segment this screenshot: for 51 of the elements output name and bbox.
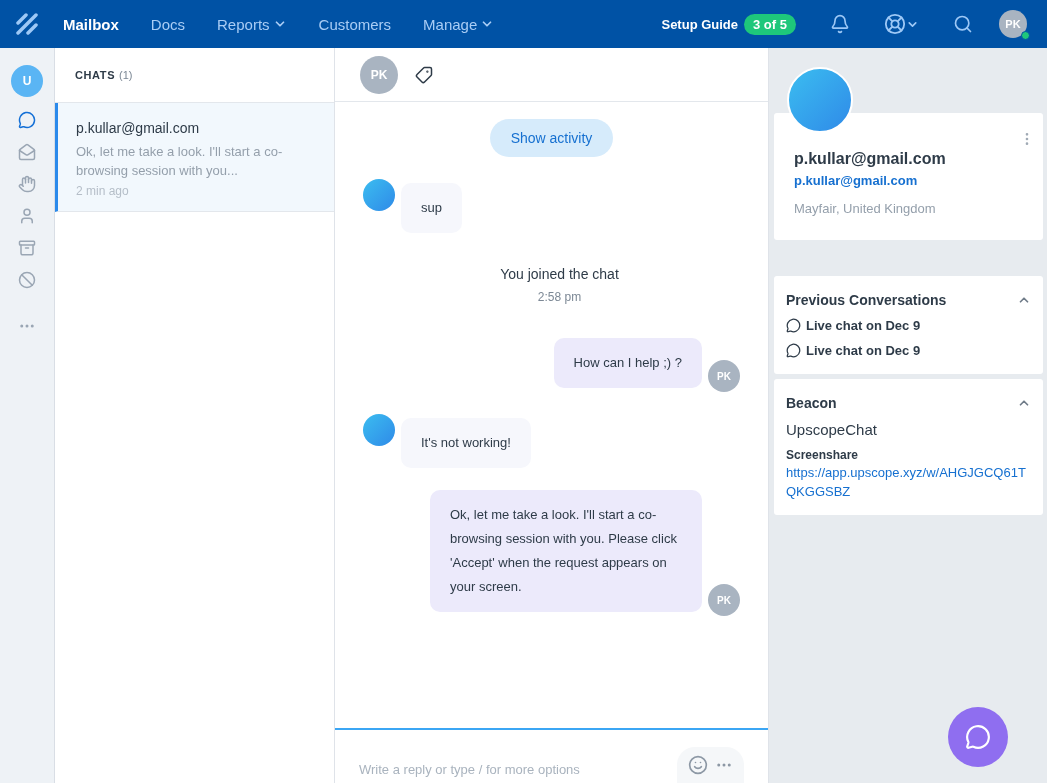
conversation-link[interactable]: Live chat on Dec 9 (786, 343, 1031, 358)
search-button[interactable] (953, 14, 973, 34)
reply-input-field[interactable]: Write a reply or type / for more options (359, 762, 677, 783)
list-title: CHATS (75, 69, 116, 81)
chat-item[interactable]: p.kullar@gmail.com Ok, let me take a look. I'll start a co-browsing session with you... 2 min ago (55, 103, 334, 212)
customer-location: Mayfair, United Kingdom (794, 201, 937, 216)
help-menu-button[interactable] (884, 13, 919, 35)
person-icon[interactable] (18, 207, 36, 225)
setup-guide-link[interactable]: Setup Guide 3 of 5 (661, 13, 796, 35)
conversation-link[interactable]: Live chat on Dec 9 (786, 318, 1031, 333)
chat-icon (965, 724, 991, 750)
notifications-button[interactable] (830, 14, 850, 34)
emoji-icon[interactable] (688, 755, 708, 775)
chat-icon (786, 318, 801, 333)
chat-icon (786, 343, 801, 358)
nav-link[interactable]: Customers (318, 15, 392, 33)
message-bubble: How can I help ;) ? (553, 338, 702, 388)
system-message: You joined the chat (500, 266, 619, 282)
customer-avatar (363, 414, 395, 446)
message-time: 2:58 pm (537, 290, 582, 304)
nav-link[interactable]: Reports (217, 15, 287, 33)
tag-icon[interactable] (415, 65, 433, 84)
card-title: Previous Conversations (786, 292, 947, 308)
card-title: Beacon (786, 395, 837, 411)
progress-badge: 3 of 5 (744, 13, 796, 35)
nav-link[interactable]: Manage (423, 15, 495, 33)
message-bubble: sup (401, 183, 462, 233)
customer-avatar (363, 179, 395, 211)
screenshare-link[interactable]: https://app.upscope.xyz/w/AHGJGCQ61TQKGGSBZ (786, 463, 1031, 501)
blocked-icon[interactable] (18, 271, 36, 289)
lifebuoy-icon (884, 13, 906, 35)
nav-link[interactable]: Docs (150, 15, 186, 33)
hand-icon[interactable] (18, 175, 36, 193)
logo-icon[interactable] (16, 13, 38, 35)
beacon-name: UpscopeChat (786, 421, 878, 438)
inbox-icon[interactable] (18, 143, 36, 161)
field-label: Screenshare (786, 448, 860, 462)
message-bubble: It's not working! (401, 418, 531, 468)
message-bubble: Ok, let me take a look. I'll start a co-browsing session with you. Please click 'Accept' when the request appears on your screen. (430, 490, 702, 612)
chat-preview: Ok, let me take a look. I'll start a co-browsing session with you... (76, 143, 284, 180)
nav-link[interactable]: Mailbox (63, 15, 119, 33)
email-link[interactable]: p.kullar@gmail.com (794, 173, 1023, 188)
chat-time: 2 min ago (76, 184, 130, 198)
show-activity-button[interactable]: Show activity (489, 119, 614, 157)
agent-avatar: PK (708, 584, 740, 616)
chat-icon[interactable] (18, 111, 36, 129)
agent-avatar: PK (708, 360, 740, 392)
archive-icon[interactable] (18, 239, 36, 257)
customer-name: p.kullar@gmail.com (794, 150, 947, 168)
chat-sender: p.kullar@gmail.com (76, 120, 201, 136)
chat-count: (1) (119, 69, 133, 81)
